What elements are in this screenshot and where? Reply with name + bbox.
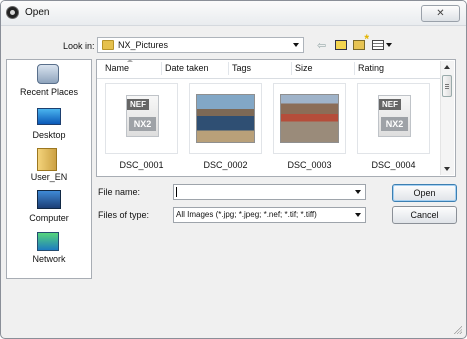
file-name-label: DSC_0004 [371, 160, 416, 170]
text-caret [176, 187, 177, 197]
sort-arrow-icon [127, 59, 133, 62]
file-name-input[interactable] [173, 184, 366, 200]
chevron-down-icon[interactable] [289, 38, 303, 52]
chevron-down-icon[interactable] [351, 185, 365, 199]
place-network[interactable]: Network [7, 230, 91, 270]
open-button[interactable]: Open [392, 184, 457, 202]
network-icon [37, 232, 59, 251]
back-arrow-icon[interactable]: ⇦ [317, 38, 326, 52]
place-recent-places[interactable]: Recent Places [7, 60, 91, 100]
file-item[interactable]: NEF NX2 [105, 83, 178, 154]
dialog-title: Open [25, 7, 50, 18]
place-user-en[interactable]: User_EN [7, 146, 91, 186]
file-item[interactable] [273, 83, 346, 154]
look-in-dropdown[interactable]: NX_Pictures [97, 37, 304, 53]
title-bar: Open ✕ [1, 1, 466, 26]
desktop-icon [37, 108, 61, 125]
nef-file-icon: NEF NX2 [126, 95, 159, 137]
file-item[interactable]: NEF NX2 [357, 83, 430, 154]
chevron-down-icon[interactable] [351, 208, 365, 222]
views-dropdown-icon[interactable] [386, 38, 392, 52]
column-size[interactable]: Size [291, 63, 313, 73]
scroll-up-icon[interactable] [444, 65, 450, 69]
open-dialog: Open ✕ Look in: NX_Pictures ⇦ Recent Pla… [0, 0, 467, 339]
file-type-select[interactable]: All Images (*.jpg; *.jpeg; *.nef; *.tif;… [173, 207, 366, 223]
column-tags[interactable]: Tags [228, 63, 251, 73]
file-list[interactable]: Name Date taken Tags Size Rating NEF NX2… [96, 59, 456, 177]
place-computer[interactable]: Computer [7, 188, 91, 228]
file-type-label: Files of type: [98, 210, 150, 220]
file-item[interactable] [189, 83, 262, 154]
place-label: Network [32, 254, 66, 264]
user-folder-icon [37, 148, 57, 171]
nef-badge: NEF [127, 99, 149, 110]
resize-grip-icon[interactable] [453, 325, 462, 334]
look-in-label: Look in: [63, 41, 95, 51]
file-name-label-text: File name: [98, 187, 141, 197]
close-icon: ✕ [436, 7, 445, 19]
nx-badge: NX2 [381, 117, 408, 131]
place-label: User_EN [30, 172, 68, 182]
cancel-button[interactable]: Cancel [392, 206, 457, 224]
nef-file-icon: NEF NX2 [378, 95, 411, 137]
close-button[interactable]: ✕ [421, 5, 460, 22]
column-rating[interactable]: Rating [354, 63, 384, 73]
scroll-down-icon[interactable] [444, 167, 450, 171]
recent-places-icon [37, 64, 59, 84]
places-bar: Recent Places Desktop User_EN Computer N… [6, 59, 92, 279]
new-folder-icon[interactable] [353, 32, 369, 50]
nef-badge: NEF [379, 99, 401, 110]
column-header: Name Date taken Tags Size Rating [97, 59, 442, 79]
place-label: Computer [29, 213, 69, 223]
computer-icon [37, 190, 61, 209]
folder-icon [102, 40, 114, 50]
place-label: Recent Places [19, 87, 79, 97]
look-in-value: NX_Pictures [118, 40, 169, 50]
photo-thumbnail [196, 94, 255, 143]
column-name[interactable]: Name [101, 63, 129, 73]
file-name-label: DSC_0001 [119, 160, 164, 170]
file-type-value: All Images (*.jpg; *.jpeg; *.nef; *.tif;… [176, 210, 317, 219]
vertical-scrollbar[interactable] [440, 61, 454, 175]
photo-thumbnail [280, 94, 339, 143]
file-name-label: DSC_0003 [287, 160, 332, 170]
up-folder-icon[interactable] [335, 40, 347, 50]
place-label: Desktop [32, 130, 66, 140]
scroll-thumb[interactable] [442, 75, 452, 97]
place-desktop[interactable]: Desktop [7, 106, 91, 144]
nx-badge: NX2 [129, 117, 156, 131]
views-icon[interactable] [372, 40, 384, 50]
column-date-taken[interactable]: Date taken [161, 63, 209, 73]
file-name-label: DSC_0002 [203, 160, 248, 170]
app-logo-icon [6, 6, 19, 19]
